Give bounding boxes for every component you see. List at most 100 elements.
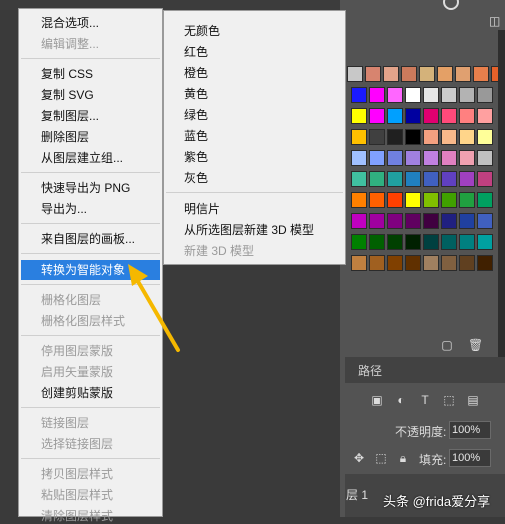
color-swatch[interactable]: [351, 87, 367, 103]
color-swatch[interactable]: [369, 129, 385, 145]
color-swatch[interactable]: [437, 66, 453, 82]
color-swatch[interactable]: [477, 213, 493, 229]
color-swatch[interactable]: [351, 192, 367, 208]
color-swatch[interactable]: [459, 150, 475, 166]
color-swatch[interactable]: [387, 129, 403, 145]
fill-field[interactable]: 100%: [449, 449, 491, 467]
color-swatch[interactable]: [351, 234, 367, 250]
color-swatch[interactable]: [387, 255, 403, 271]
color-swatch[interactable]: [369, 87, 385, 103]
color-swatch[interactable]: [459, 234, 475, 250]
menu-item-color-green[interactable]: 绿色: [184, 107, 208, 123]
color-swatch[interactable]: [459, 192, 475, 208]
color-swatch[interactable]: [477, 171, 493, 187]
delete-icon[interactable]: 🗑︎: [468, 338, 483, 352]
shape-filter-icon[interactable]: ⬚: [442, 393, 456, 407]
color-swatch[interactable]: [387, 171, 403, 187]
color-swatch[interactable]: [423, 213, 439, 229]
menu-item-color-gray[interactable]: 灰色: [184, 170, 208, 186]
color-swatch[interactable]: [473, 66, 489, 82]
menu-item-color-red[interactable]: 红色: [184, 44, 208, 60]
color-swatch[interactable]: [459, 87, 475, 103]
new-layer-icon[interactable]: ▢: [440, 338, 454, 352]
color-swatch[interactable]: [441, 171, 457, 187]
color-swatch[interactable]: [423, 150, 439, 166]
color-swatch[interactable]: [347, 66, 363, 82]
color-swatch[interactable]: [365, 66, 381, 82]
menu-item-copy-css[interactable]: 复制 CSS: [41, 66, 93, 82]
color-swatch[interactable]: [441, 192, 457, 208]
color-swatch[interactable]: [405, 234, 421, 250]
color-swatch[interactable]: [369, 234, 385, 250]
color-swatch[interactable]: [423, 129, 439, 145]
color-swatch[interactable]: [477, 234, 493, 250]
panel-scrollbar[interactable]: [498, 30, 505, 360]
menu-item-color-none[interactable]: 无颜色: [184, 23, 220, 39]
menu-item-color-yellow[interactable]: 黄色: [184, 86, 208, 102]
color-swatch[interactable]: [405, 192, 421, 208]
color-swatch[interactable]: [369, 108, 385, 124]
color-swatch[interactable]: [441, 234, 457, 250]
color-swatch[interactable]: [423, 108, 439, 124]
menu-item-delete-layer[interactable]: 删除图层: [41, 129, 89, 145]
smart-object-filter-icon[interactable]: ▤: [466, 393, 480, 407]
color-swatch[interactable]: [383, 66, 399, 82]
menu-item-create-clipping-mask[interactable]: 创建剪贴蒙版: [41, 385, 113, 401]
color-swatch[interactable]: [423, 87, 439, 103]
color-swatch[interactable]: [441, 87, 457, 103]
lock-icon[interactable]: 🔒︎: [396, 451, 410, 465]
color-swatch[interactable]: [405, 87, 421, 103]
color-swatch[interactable]: [477, 129, 493, 145]
color-swatch[interactable]: [405, 255, 421, 271]
color-swatch[interactable]: [387, 234, 403, 250]
color-swatch[interactable]: [477, 87, 493, 103]
color-swatch[interactable]: [405, 129, 421, 145]
color-swatch[interactable]: [423, 171, 439, 187]
color-swatch[interactable]: [405, 213, 421, 229]
color-swatch[interactable]: [405, 108, 421, 124]
opacity-field[interactable]: 100%: [449, 421, 491, 439]
color-swatch[interactable]: [351, 255, 367, 271]
color-swatch[interactable]: [477, 192, 493, 208]
color-swatch[interactable]: [401, 66, 417, 82]
color-swatch[interactable]: [387, 108, 403, 124]
color-swatch[interactable]: [459, 129, 475, 145]
menu-item-new-3d-from-selected[interactable]: 从所选图层新建 3D 模型: [184, 222, 314, 238]
color-swatch[interactable]: [459, 255, 475, 271]
image-filter-icon[interactable]: ▣: [370, 393, 384, 407]
color-swatch[interactable]: [369, 255, 385, 271]
color-swatch[interactable]: [369, 192, 385, 208]
color-swatch[interactable]: [387, 192, 403, 208]
menu-item-quick-export-png[interactable]: 快速导出为 PNG: [41, 180, 130, 196]
color-swatch[interactable]: [441, 255, 457, 271]
menu-item-color-blue[interactable]: 蓝色: [184, 128, 208, 144]
color-swatch[interactable]: [369, 213, 385, 229]
menu-item-group-from-layers[interactable]: 从图层建立组...: [41, 150, 123, 166]
menu-item-artboard-from-layers[interactable]: 来自图层的画板...: [41, 231, 135, 247]
color-swatch[interactable]: [351, 108, 367, 124]
color-swatch[interactable]: [351, 129, 367, 145]
color-swatch[interactable]: [351, 150, 367, 166]
color-swatch[interactable]: [387, 87, 403, 103]
color-swatch[interactable]: [423, 234, 439, 250]
type-filter-icon[interactable]: T: [418, 393, 432, 407]
color-swatch[interactable]: [351, 213, 367, 229]
color-swatch[interactable]: [477, 255, 493, 271]
color-swatch[interactable]: [423, 192, 439, 208]
color-swatch[interactable]: [459, 213, 475, 229]
color-swatch[interactable]: [441, 108, 457, 124]
menu-item-color-orange[interactable]: 橙色: [184, 65, 208, 81]
menu-item-postcard[interactable]: 明信片: [184, 201, 220, 217]
color-swatch[interactable]: [455, 66, 471, 82]
color-swatch[interactable]: [441, 129, 457, 145]
menu-item-blending-options[interactable]: 混合选项...: [41, 15, 99, 31]
color-swatch[interactable]: [387, 150, 403, 166]
tab-paths[interactable]: 路径: [358, 362, 382, 379]
color-swatch[interactable]: [441, 150, 457, 166]
color-swatch[interactable]: [441, 213, 457, 229]
color-swatch[interactable]: [369, 171, 385, 187]
move-lock-icon[interactable]: ✥: [352, 451, 366, 465]
color-swatch[interactable]: [405, 171, 421, 187]
color-swatch[interactable]: [369, 150, 385, 166]
menu-item-convert-to-smart-object[interactable]: 转换为智能对象: [41, 262, 125, 278]
